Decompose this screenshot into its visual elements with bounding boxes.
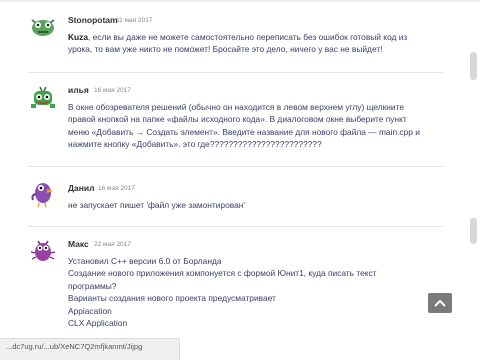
scroll-to-top-button[interactable] xyxy=(428,293,452,313)
comment-body: Kuza, если вы даже не можете самостоятел… xyxy=(68,31,428,56)
comment-date[interactable]: 22 мая 2017 xyxy=(94,241,131,248)
comment-divider xyxy=(28,72,443,73)
comment-item: Данил 16 мая 2017 не запускает пишет 'фа… xyxy=(0,168,460,224)
green-monster-avatar[interactable] xyxy=(28,12,58,42)
comment-author[interactable]: Stonopotam xyxy=(68,15,118,25)
scrollbar[interactable] xyxy=(468,0,478,338)
comment-author[interactable]: илья xyxy=(68,85,89,95)
chevron-up-icon xyxy=(434,299,446,307)
scrollbar-thumb[interactable] xyxy=(470,218,477,244)
comment-divider xyxy=(28,226,443,227)
scrollbar-thumb[interactable] xyxy=(470,52,477,80)
comment-item: илья 16 мая 2017 В окне обозревателя реш… xyxy=(0,74,460,166)
comment-date[interactable]: 16 мая 2017 xyxy=(94,87,131,94)
comment-date[interactable]: 11 мая 2017 xyxy=(116,17,152,24)
comment-divider xyxy=(28,166,443,167)
comment-body-text: , если вы даже не можете самостоятельно … xyxy=(68,32,408,55)
comment-author[interactable]: Данил xyxy=(68,183,95,193)
comments-page: Stonopotam 11 мая 2017 Kuza, если вы даж… xyxy=(0,0,480,360)
comment-author[interactable]: Макс xyxy=(68,239,89,249)
comment-date[interactable]: 16 мая 2017 xyxy=(98,185,135,192)
comment-body: не запускает пишет 'файл уже замонтирова… xyxy=(68,200,245,210)
status-url-bar: ...dc7ug.ru/...ub/XeNC7Q2mfjkanmt/Jijpg xyxy=(0,338,180,360)
green-robot-avatar[interactable] xyxy=(28,84,58,114)
comment-item: Макс 22 мая 2017 Установил С++ версии 6.… xyxy=(0,228,460,338)
comment-item: Stonopotam 11 мая 2017 Kuza, если вы даж… xyxy=(0,0,460,70)
comment-body: В окне обозревателя решений (обычно он н… xyxy=(68,102,420,150)
comment-body: Установил С++ версии 6.0 от Борланда Соз… xyxy=(68,256,377,329)
purple-bug-avatar[interactable] xyxy=(28,236,58,266)
mention-text: Kuza xyxy=(68,32,89,42)
purple-bird-avatar[interactable] xyxy=(28,176,58,208)
